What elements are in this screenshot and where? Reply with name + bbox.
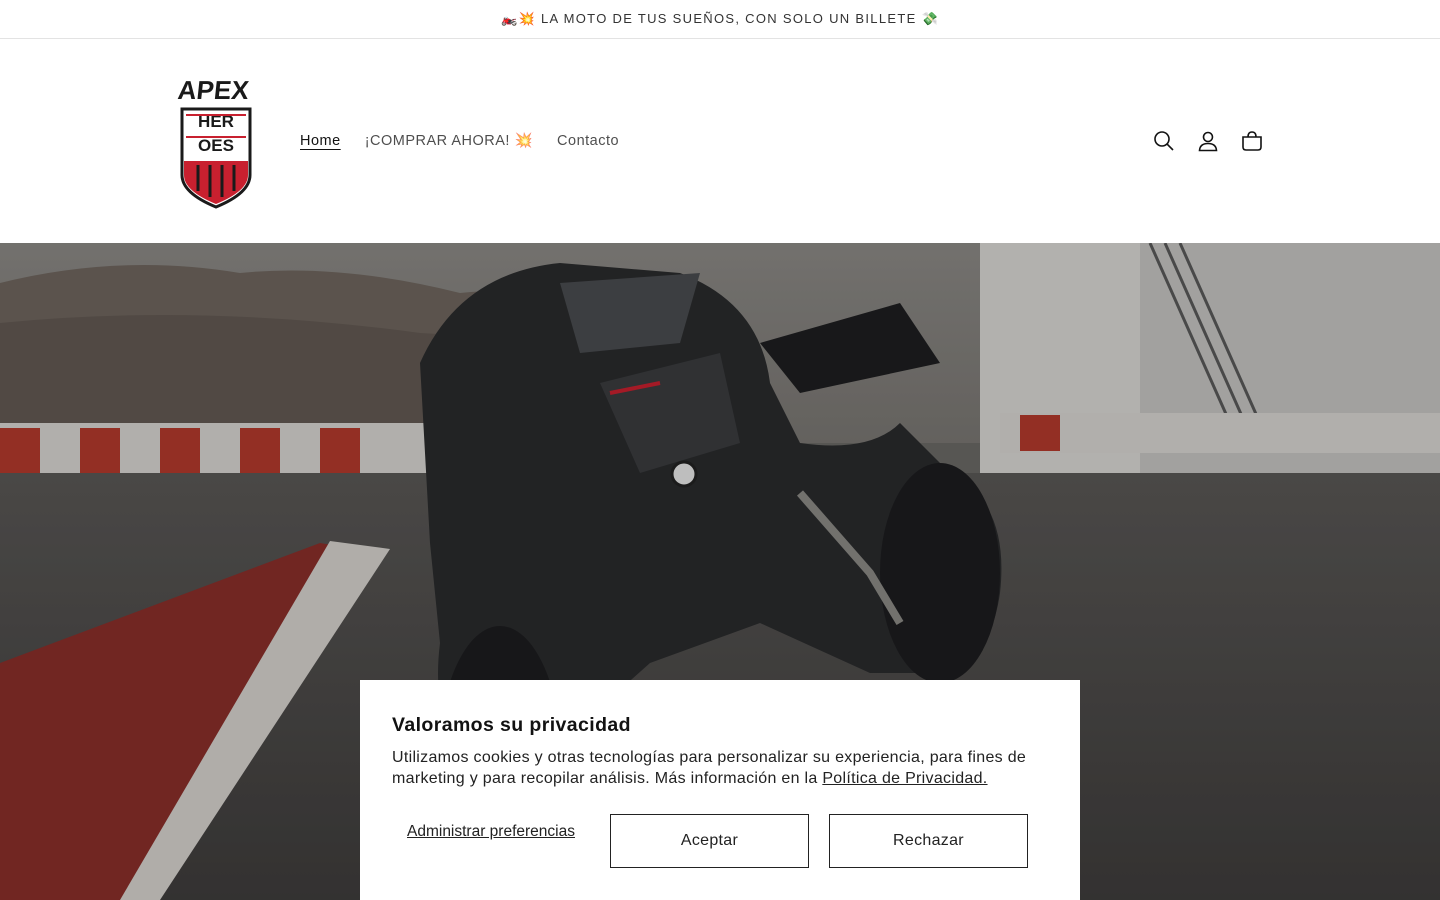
- accept-button[interactable]: Aceptar: [610, 814, 809, 868]
- store-logo[interactable]: APEX HER OES: [176, 65, 256, 209]
- cookie-title: Valoramos su privacidad: [392, 714, 631, 736]
- cookie-actions: Administrar preferencias Aceptar Rechaza…: [392, 814, 1048, 868]
- account-icon[interactable]: [1186, 119, 1230, 163]
- reject-button[interactable]: Rechazar: [829, 814, 1028, 868]
- cart-icon[interactable]: [1230, 119, 1274, 163]
- search-icon[interactable]: [1142, 119, 1186, 163]
- nav-home[interactable]: Home: [288, 129, 353, 153]
- announcement-text: 🏍️💥 LA MOTO DE TUS SUEÑOS, CON SOLO UN B…: [501, 11, 939, 26]
- main-nav: Home ¡COMPRAR AHORA! 💥 Contacto: [288, 129, 631, 153]
- nav-contacto[interactable]: Contacto: [545, 129, 631, 153]
- header-icons: [1142, 119, 1274, 163]
- nav-comprar-ahora[interactable]: ¡COMPRAR AHORA! 💥: [353, 129, 545, 153]
- svg-text:APEX: APEX: [176, 75, 251, 105]
- cookie-consent-banner: Valoramos su privacidad Utilizamos cooki…: [360, 680, 1080, 900]
- manage-preferences-link[interactable]: Administrar preferencias: [392, 822, 590, 841]
- announcement-bar: 🏍️💥 LA MOTO DE TUS SUEÑOS, CON SOLO UN B…: [0, 0, 1440, 39]
- privacy-policy-link[interactable]: Política de Privacidad.: [822, 770, 987, 787]
- svg-text:OES: OES: [198, 136, 234, 155]
- site-header: APEX HER OES Home ¡COMPRAR AHORA! 💥 Cont…: [0, 39, 1440, 243]
- cookie-body: Utilizamos cookies y otras tecnologías p…: [392, 747, 1042, 789]
